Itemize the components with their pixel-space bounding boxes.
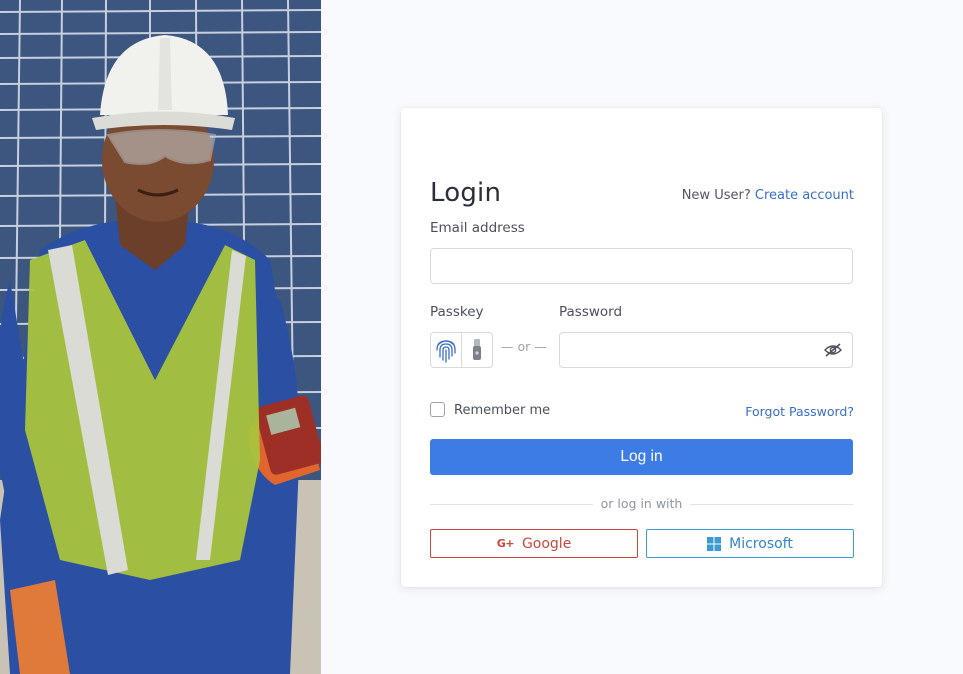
- passkey-or-separator: — or —: [501, 339, 547, 354]
- create-account-link[interactable]: Create account: [755, 188, 854, 203]
- email-label: Email address: [430, 220, 525, 236]
- new-user-text: New User?: [681, 188, 751, 203]
- eye-off-icon[interactable]: [824, 342, 842, 362]
- google-plus-icon: G+: [496, 537, 515, 550]
- new-user-prompt: New User? Create account: [682, 188, 854, 203]
- windows-icon: [707, 536, 722, 551]
- forgot-password-link[interactable]: Forgot Password?: [745, 404, 854, 419]
- security-key-icon: [473, 339, 482, 360]
- microsoft-button-label: Microsoft: [729, 535, 793, 552]
- login-title: Login: [430, 178, 502, 208]
- google-login-button[interactable]: G+ Google: [430, 529, 638, 558]
- remember-me-label[interactable]: Remember me: [454, 403, 550, 418]
- fingerprint-passkey-button[interactable]: [431, 333, 461, 367]
- remember-me-checkbox[interactable]: [430, 402, 445, 417]
- password-input[interactable]: [559, 332, 853, 368]
- security-key-button[interactable]: [461, 333, 492, 367]
- passkey-label: Passkey: [430, 304, 484, 320]
- login-card: Login New User? Create account Email add…: [401, 108, 882, 587]
- fingerprint-icon: [436, 340, 456, 363]
- alt-login-text: or log in with: [592, 496, 691, 511]
- password-label: Password: [559, 304, 623, 320]
- email-input[interactable]: [430, 248, 853, 284]
- passkey-buttons: [430, 332, 493, 368]
- alt-login-divider: or log in with: [430, 496, 853, 511]
- microsoft-login-button[interactable]: Microsoft: [646, 529, 854, 558]
- google-button-label: Google: [521, 535, 572, 552]
- login-button[interactable]: Log in: [430, 439, 853, 475]
- hero-photo: [0, 0, 321, 674]
